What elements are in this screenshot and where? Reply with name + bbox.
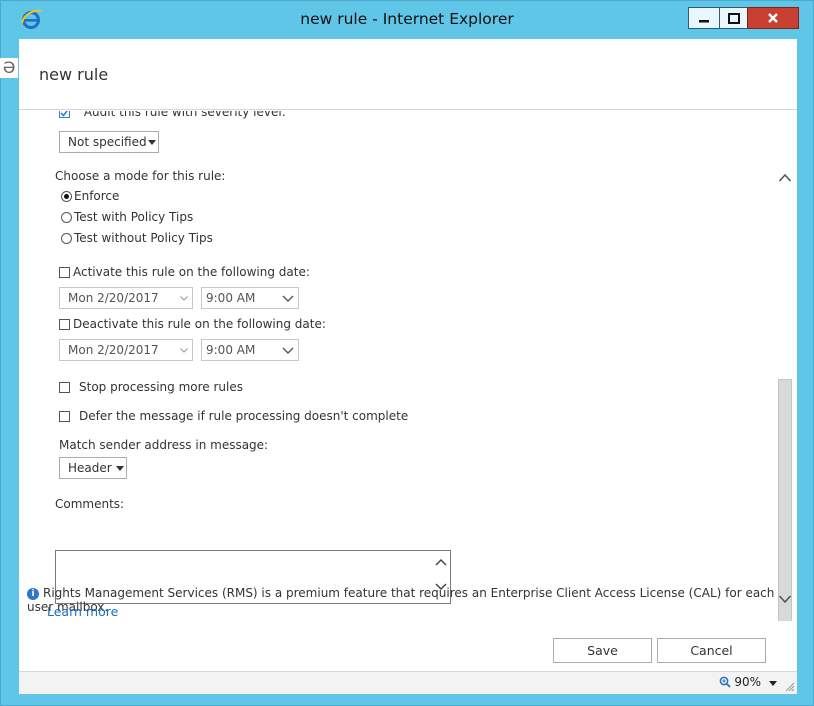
title-bar[interactable]: new rule - Internet Explorer bbox=[1, 1, 813, 39]
activate-time-value: 9:00 AM bbox=[206, 291, 256, 305]
severity-dropdown[interactable]: Not specified bbox=[59, 131, 159, 153]
match-sender-label: Match sender address in message: bbox=[59, 438, 269, 452]
match-sender-value: Header bbox=[68, 461, 112, 475]
defer-label: Defer the message if rule processing doe… bbox=[79, 409, 409, 423]
dropdown-arrow-icon bbox=[148, 140, 156, 145]
page-header: new rule bbox=[19, 39, 797, 110]
page-content: new rule Audit this rule with severity l… bbox=[19, 39, 797, 671]
stop-processing-checkbox[interactable] bbox=[59, 382, 70, 393]
severity-value: Not specified bbox=[68, 135, 147, 149]
deactivate-time-value: 9:00 AM bbox=[206, 343, 256, 357]
radio-test-with-tips[interactable] bbox=[61, 212, 72, 223]
deactivate-date-picker[interactable]: Mon 2/20/2017 bbox=[59, 339, 193, 361]
activate-label: Activate this rule on the following date… bbox=[73, 265, 310, 279]
maximize-icon bbox=[728, 12, 740, 24]
status-bar: 90% bbox=[19, 671, 797, 694]
chevron-down-icon bbox=[180, 296, 188, 301]
minimize-button[interactable] bbox=[688, 7, 720, 29]
match-sender-dropdown[interactable]: Header bbox=[59, 457, 127, 479]
scroll-thumb[interactable] bbox=[778, 379, 792, 621]
ie-window: new rule - Internet Explorer new rule Au… bbox=[0, 0, 814, 706]
deactivate-checkbox[interactable] bbox=[59, 319, 70, 330]
chevron-down-icon bbox=[180, 348, 188, 353]
activate-date-picker[interactable]: Mon 2/20/2017 bbox=[59, 287, 193, 309]
mode-option-label: Enforce bbox=[74, 189, 120, 203]
close-icon bbox=[768, 13, 778, 23]
cancel-button[interactable]: Cancel bbox=[657, 638, 766, 663]
zoom-control[interactable]: 90% bbox=[719, 675, 761, 689]
dropdown-arrow-icon bbox=[116, 466, 124, 471]
save-button[interactable]: Save bbox=[553, 638, 652, 663]
form-scrollbar[interactable] bbox=[774, 111, 796, 621]
chevron-down-icon bbox=[282, 295, 294, 302]
rms-info-text: Rights Management Services (RMS) is a pr… bbox=[27, 586, 775, 614]
info-icon: i bbox=[27, 587, 39, 600]
mode-option-test-with-tips[interactable]: Test with Policy Tips bbox=[61, 210, 193, 224]
stop-processing-label: Stop processing more rules bbox=[79, 380, 243, 394]
maximize-button[interactable] bbox=[719, 7, 749, 29]
checkmark-icon bbox=[60, 111, 68, 117]
audit-row[interactable]: Audit this rule with severity level: bbox=[59, 111, 286, 119]
deactivate-label: Deactivate this rule on the following da… bbox=[73, 317, 326, 331]
zoom-icon bbox=[719, 676, 731, 688]
mode-option-label: Test with Policy Tips bbox=[74, 210, 194, 224]
background-page-glyph: Ə bbox=[0, 58, 18, 78]
radio-test-without-tips[interactable] bbox=[61, 233, 72, 244]
close-button[interactable] bbox=[747, 7, 799, 29]
deactivate-date-value: Mon 2/20/2017 bbox=[68, 343, 159, 357]
minimize-icon bbox=[699, 20, 709, 23]
defer-checkbox[interactable] bbox=[59, 411, 70, 422]
activate-time-dropdown[interactable]: 9:00 AM bbox=[201, 287, 299, 309]
zoom-dropdown-icon[interactable] bbox=[769, 681, 777, 686]
radio-enforce[interactable] bbox=[61, 191, 72, 202]
mode-option-label: Test without Policy Tips bbox=[74, 231, 213, 245]
comments-label: Comments: bbox=[55, 497, 125, 511]
chevron-down-icon bbox=[282, 347, 294, 354]
page-title: new rule bbox=[39, 65, 109, 84]
rule-form: Audit this rule with severity level: Not… bbox=[19, 111, 797, 621]
deactivate-row[interactable]: Deactivate this rule on the following da… bbox=[59, 317, 326, 331]
learn-more-link[interactable]: Learn more bbox=[47, 604, 118, 619]
resize-grip-icon[interactable] bbox=[785, 682, 795, 692]
defer-row[interactable]: Defer the message if rule processing doe… bbox=[59, 409, 408, 423]
mode-label: Choose a mode for this rule: bbox=[55, 169, 226, 183]
audit-label: Audit this rule with severity level: bbox=[83, 111, 286, 119]
zoom-level: 90% bbox=[734, 675, 761, 689]
stop-processing-row[interactable]: Stop processing more rules bbox=[59, 380, 243, 394]
textarea-scroll-up-icon[interactable] bbox=[435, 558, 447, 566]
scroll-up-icon[interactable] bbox=[778, 173, 792, 182]
activate-checkbox[interactable] bbox=[59, 267, 70, 278]
audit-checkbox[interactable] bbox=[59, 111, 70, 118]
mode-option-test-without-tips[interactable]: Test without Policy Tips bbox=[61, 231, 213, 245]
activate-row[interactable]: Activate this rule on the following date… bbox=[59, 265, 310, 279]
activate-date-value: Mon 2/20/2017 bbox=[68, 291, 159, 305]
mode-option-enforce[interactable]: Enforce bbox=[61, 189, 119, 203]
deactivate-time-dropdown[interactable]: 9:00 AM bbox=[201, 339, 299, 361]
rms-info: i Rights Management Services (RMS) is a p… bbox=[27, 586, 787, 619]
